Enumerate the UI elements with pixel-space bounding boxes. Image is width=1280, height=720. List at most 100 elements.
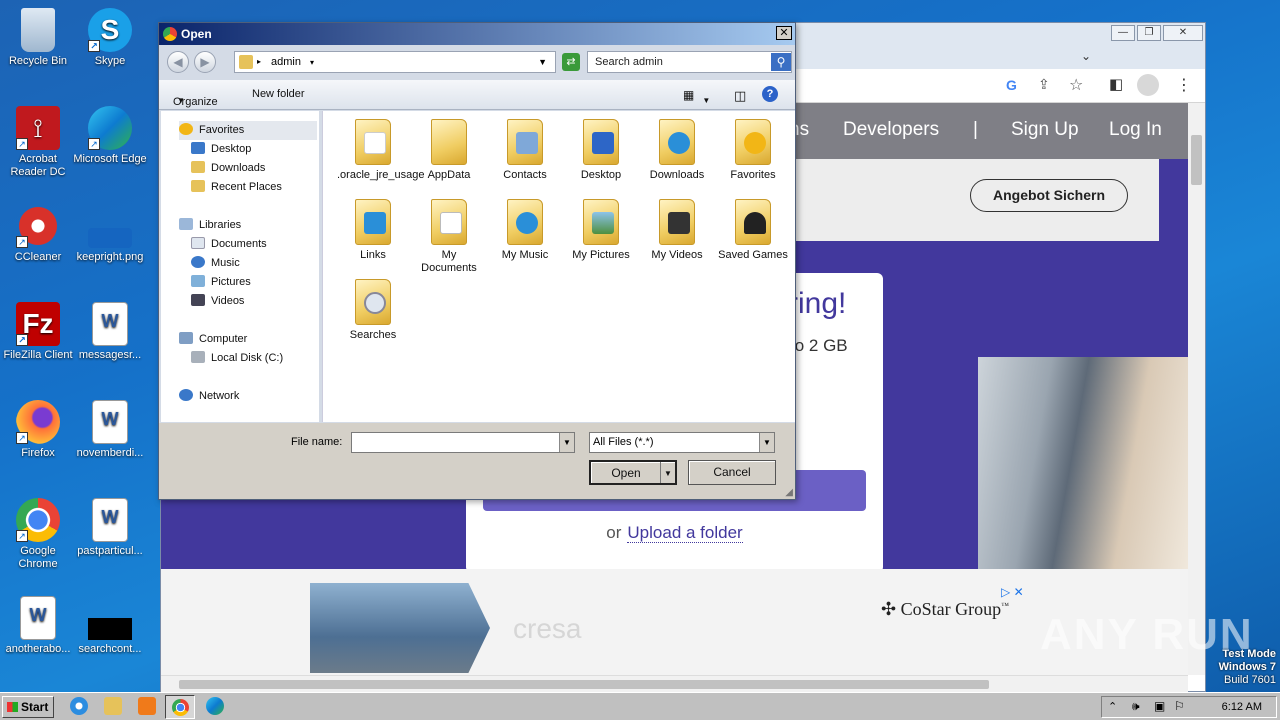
- watermark-line-3: Build 7601: [1224, 674, 1276, 686]
- file-item[interactable]: My Music: [489, 199, 561, 262]
- back-button[interactable]: ◀: [167, 51, 189, 73]
- desktop-icon-ccleaner[interactable]: ↗ CCleaner: [0, 204, 76, 264]
- file-item[interactable]: .oracle_jre_usage: [337, 119, 424, 182]
- address-bar[interactable]: ▸ admin ▾ ▼: [234, 51, 556, 73]
- preview-pane-icon[interactable]: ◫: [734, 88, 746, 104]
- system-tray: ⌃ 🕪 ▣ ⚐ 6:12 AM: [1101, 696, 1277, 718]
- search-input[interactable]: Search admin: [587, 51, 792, 73]
- file-item[interactable]: My Pictures: [565, 199, 637, 262]
- card-subtext: to 2 GB: [790, 336, 848, 355]
- minimize-button[interactable]: —: [1111, 25, 1135, 41]
- profile-avatar-icon[interactable]: [1137, 74, 1159, 96]
- nav-videos[interactable]: Videos: [191, 292, 244, 311]
- desktop-icon-skype[interactable]: S ↗ Skype: [72, 8, 148, 68]
- nav-computer[interactable]: Computer: [179, 330, 247, 349]
- costar-icon: ✣: [881, 599, 901, 619]
- google-icon[interactable]: G: [1006, 77, 1017, 93]
- address-history-dropdown-icon[interactable]: ▼: [538, 52, 547, 72]
- desktop-icon-label: searchcont...: [78, 643, 142, 655]
- horizontal-scrollbar[interactable]: [161, 675, 1188, 692]
- desktop-icon-pastparticul[interactable]: W pastparticul...: [72, 498, 148, 558]
- desktop-icon-edge[interactable]: ↗ Microsoft Edge: [72, 106, 148, 166]
- angebot-sichern-button[interactable]: Angebot Sichern: [970, 179, 1128, 212]
- file-item[interactable]: Downloads: [641, 119, 713, 182]
- close-window-button[interactable]: ✕: [1163, 25, 1203, 41]
- file-name-input[interactable]: ▼: [351, 432, 575, 453]
- nav-pictures[interactable]: Pictures: [191, 273, 251, 292]
- edge-icon[interactable]: [206, 697, 224, 715]
- file-item[interactable]: AppData: [413, 119, 485, 182]
- network-tray-icon[interactable]: ▣: [1154, 699, 1165, 713]
- clock[interactable]: 6:12 AM: [1222, 701, 1262, 713]
- cancel-button[interactable]: Cancel: [688, 460, 776, 485]
- desktop-icon-novemberdi[interactable]: W novemberdi...: [72, 400, 148, 460]
- file-item[interactable]: Saved Games: [717, 199, 789, 262]
- file-type-select[interactable]: All Files (*.*) ▼: [589, 432, 775, 453]
- ie-icon[interactable]: [70, 697, 88, 715]
- dropdown-arrow-icon[interactable]: ▼: [559, 433, 574, 452]
- breadcrumb-admin[interactable]: admin: [271, 56, 301, 68]
- desktop-icon-recycle-bin[interactable]: Recycle Bin: [0, 8, 76, 68]
- scrollbar-thumb[interactable]: [179, 680, 989, 689]
- volume-icon[interactable]: 🕪: [1132, 699, 1140, 714]
- nav-login[interactable]: Log In: [1109, 119, 1162, 141]
- taskbar-chrome-button[interactable]: [165, 695, 195, 719]
- nav-developers[interactable]: Developers: [843, 119, 939, 141]
- nav-network[interactable]: Network: [179, 387, 239, 406]
- show-hidden-icons-icon[interactable]: ⌃: [1108, 700, 1117, 713]
- tab-search-icon[interactable]: ⌄: [1081, 49, 1091, 63]
- desktop-icon-searchcont[interactable]: searchcont...: [72, 596, 148, 656]
- desktop-icon-messagesr[interactable]: W messagesr...: [72, 302, 148, 362]
- share-icon[interactable]: ⇪: [1038, 76, 1050, 93]
- bookmark-star-icon[interactable]: ☆: [1069, 75, 1083, 95]
- nav-local-disk[interactable]: Local Disk (C:): [191, 349, 283, 368]
- action-center-flag-icon[interactable]: ⚐: [1174, 699, 1185, 713]
- breadcrumb-arrow-icon[interactable]: ▸: [257, 52, 261, 72]
- file-item[interactable]: Contacts: [489, 119, 561, 182]
- scrollbar-thumb[interactable]: [1191, 135, 1202, 185]
- dropdown-arrow-icon[interactable]: ▼: [759, 433, 774, 452]
- desktop-icon-chrome[interactable]: ↗ Google Chrome: [0, 498, 76, 571]
- nav-music[interactable]: Music: [191, 254, 240, 273]
- nav-label: Favorites: [199, 124, 245, 136]
- desktop-icon-firefox[interactable]: ↗ Firefox: [0, 400, 76, 460]
- file-item[interactable]: My Documents: [413, 199, 485, 275]
- desktop-icon-anotherabo[interactable]: W anotherabo...: [0, 596, 76, 656]
- media-player-icon[interactable]: [138, 697, 156, 715]
- breadcrumb-dropdown-icon[interactable]: ▾: [310, 58, 314, 67]
- nav-downloads[interactable]: Downloads: [191, 159, 265, 178]
- open-button[interactable]: Open ▼: [589, 460, 677, 485]
- explorer-icon[interactable]: [104, 697, 122, 715]
- ad-choices-close-icon[interactable]: ▷ ✕: [1001, 585, 1024, 599]
- file-item[interactable]: My Videos: [641, 199, 713, 262]
- dialog-close-button[interactable]: ✕: [776, 26, 792, 40]
- search-icon[interactable]: ⚲: [771, 53, 791, 71]
- desktop-icon-filezilla[interactable]: Fz ↗ FileZilla Client: [0, 302, 76, 362]
- nav-favorites[interactable]: Favorites: [179, 121, 317, 140]
- file-item[interactable]: Favorites: [717, 119, 789, 182]
- nav-documents[interactable]: Documents: [191, 235, 267, 254]
- file-item[interactable]: Desktop: [565, 119, 637, 182]
- desktop-icon-acrobat[interactable]: ⟟ ↗ Acrobat Reader DC: [0, 106, 76, 179]
- forward-button[interactable]: ▶: [194, 51, 216, 73]
- file-item[interactable]: Links: [337, 199, 409, 262]
- split-arrow-icon[interactable]: ▼: [660, 462, 675, 483]
- maximize-button[interactable]: ❐: [1137, 25, 1161, 41]
- desktop-icon-keepright[interactable]: keepright.png: [72, 204, 148, 264]
- nav-signup[interactable]: Sign Up: [1011, 119, 1079, 141]
- file-item[interactable]: Searches: [337, 279, 409, 342]
- nav-desktop[interactable]: Desktop: [191, 140, 251, 159]
- refresh-button[interactable]: ⇄: [562, 53, 580, 71]
- side-panel-icon[interactable]: ◧: [1109, 75, 1123, 93]
- view-options-icon[interactable]: ▦ ▼: [683, 88, 710, 105]
- nav-recent-places[interactable]: Recent Places: [191, 178, 282, 197]
- upload-folder-link[interactable]: Upload a folder: [627, 523, 743, 543]
- resize-grip-icon[interactable]: ◢: [785, 487, 793, 498]
- help-icon[interactable]: ?: [762, 86, 778, 102]
- new-folder-button[interactable]: New folder: [252, 88, 305, 100]
- menu-kebab-icon[interactable]: ⋮: [1176, 75, 1192, 95]
- start-button[interactable]: Start: [2, 696, 54, 718]
- vertical-scrollbar[interactable]: [1188, 103, 1205, 675]
- nav-libraries[interactable]: Libraries: [179, 216, 241, 235]
- ad-costar-logo[interactable]: ✣ CoStar Group™: [881, 599, 1009, 620]
